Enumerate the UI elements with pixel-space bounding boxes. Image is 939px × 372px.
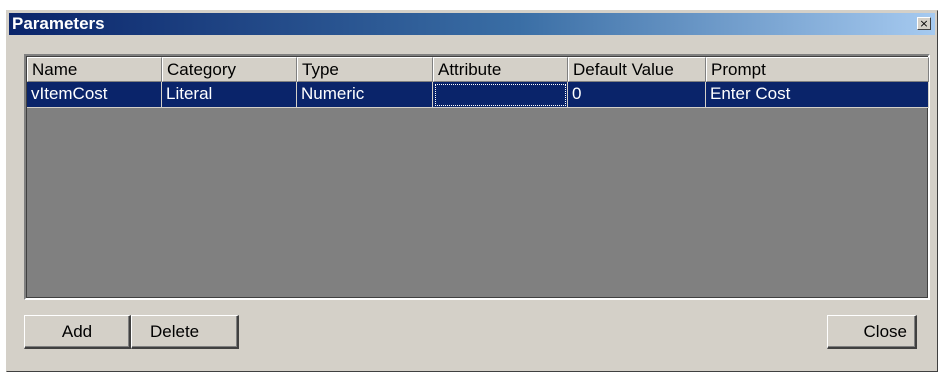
parameters-table[interactable]: Name Category Type Attribute Default Val…	[24, 54, 930, 300]
table-body-area: Name Category Type Attribute Default Val…	[27, 57, 929, 297]
column-header-attribute[interactable]: Attribute	[433, 57, 568, 82]
parameters-dialog: Parameters × Name Category Type Attribut…	[6, 10, 938, 372]
cell-attribute[interactable]	[433, 82, 568, 108]
close-button[interactable]: Close	[827, 315, 917, 349]
column-header-default-value[interactable]: Default Value	[568, 57, 706, 82]
cell-category[interactable]: Literal	[162, 82, 297, 108]
cell-type[interactable]: Numeric	[297, 82, 433, 108]
window-title: Parameters	[12, 14, 105, 33]
delete-button[interactable]: Delete	[131, 315, 239, 349]
title-bar[interactable]: Parameters ×	[9, 13, 935, 35]
column-header-category[interactable]: Category	[162, 57, 297, 82]
cell-name[interactable]: vItemCost	[27, 82, 162, 108]
add-button[interactable]: Add	[24, 315, 131, 349]
table-header: Name Category Type Attribute Default Val…	[27, 57, 929, 82]
cell-default-value[interactable]: 0	[568, 82, 706, 108]
cell-prompt[interactable]: Enter Cost	[706, 82, 929, 108]
close-icon[interactable]: ×	[917, 17, 931, 30]
column-header-prompt[interactable]: Prompt	[706, 57, 929, 82]
column-header-type[interactable]: Type	[297, 57, 433, 82]
table-row[interactable]: vItemCost Literal Numeric 0 Enter Cost	[27, 82, 929, 108]
column-header-name[interactable]: Name	[27, 57, 162, 82]
